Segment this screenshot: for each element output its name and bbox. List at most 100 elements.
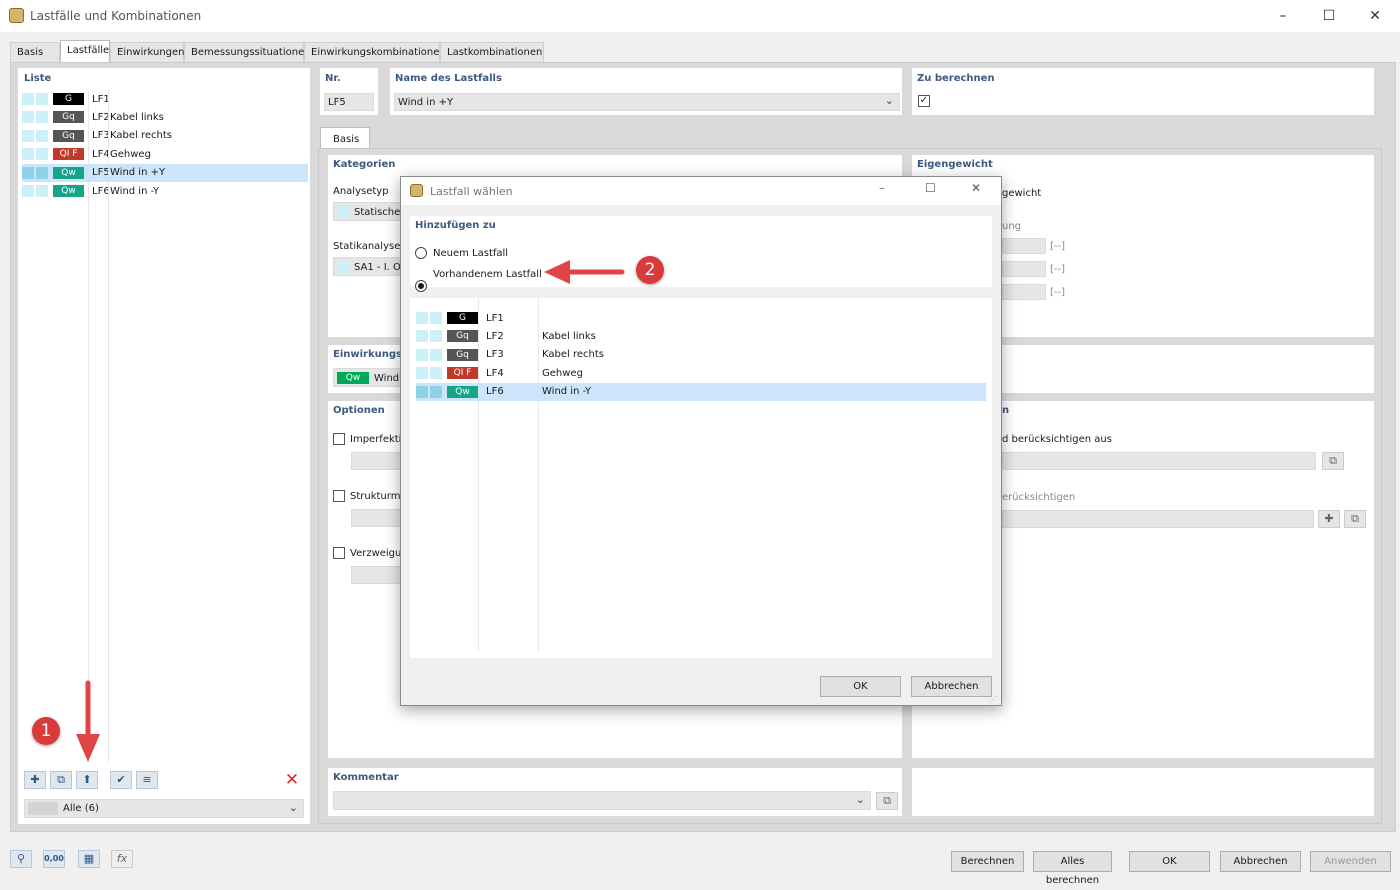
tab-lastfaelle[interactable]: Lastfälle — [60, 40, 110, 63]
berechnen-button[interactable]: Berechnen — [951, 851, 1024, 872]
callout-2: 2 — [636, 256, 664, 284]
dialog-list-item-row[interactable]: Qw LF6 Wind in -Y — [416, 382, 986, 401]
neuem-lastfall-radio[interactable] — [415, 247, 427, 259]
chevron-down-icon: ⌄ — [855, 793, 865, 806]
list-item-row[interactable]: Gq LF3 Kabel rechts — [22, 127, 308, 145]
copy-load-case-button[interactable]: ⧉ — [50, 771, 72, 789]
dialog-title-bar: Lastfall wählen – ☐ ✕ — [401, 177, 1001, 205]
status-tile-icon — [36, 148, 48, 161]
footer: ⚲ 0,00 ▦ fx Berechnen Alles berechnen OK… — [0, 840, 1400, 886]
right-option-button-3[interactable]: ⧉ — [1344, 510, 1366, 528]
ok-button[interactable]: OK — [1129, 851, 1210, 872]
close-icon[interactable]: ✕ — [1360, 5, 1390, 27]
callout-arrow-down-icon — [76, 680, 100, 762]
status-tile-icon — [36, 166, 48, 179]
tab-einwirkungskombinationen[interactable]: Einwirkungskombinationen — [304, 42, 446, 62]
name-panel: Name des Lastfalls Wind in +Y ⌄ — [390, 68, 902, 115]
callout-1: 1 — [32, 717, 60, 745]
status-tile-icon — [22, 166, 34, 179]
dialog-ok-button[interactable]: OK — [820, 676, 901, 697]
chevron-down-icon: ⌄ — [884, 94, 894, 107]
filter-select[interactable]: Alle (6) ⌄ — [24, 799, 304, 818]
nr-field[interactable]: LF5 — [324, 93, 374, 111]
tab-basis[interactable]: Basis — [10, 42, 60, 62]
category-swatch: Qw — [53, 166, 84, 179]
category-swatch: Gq — [447, 330, 478, 343]
strukturmodifikation-checkbox[interactable] — [333, 490, 345, 502]
dialog-list-item-row[interactable]: Gq LF2 Kabel links — [416, 327, 986, 345]
status-tile-icon — [416, 312, 428, 324]
category-swatch: Gq — [447, 348, 478, 361]
eigengewicht-z-field[interactable] — [1002, 284, 1046, 300]
list-item-row[interactable]: QI F LF4 Gehweg — [22, 145, 308, 163]
status-tile-icon — [430, 367, 442, 380]
subtab-basis[interactable]: Basis — [320, 127, 370, 149]
category-swatch: QI F — [447, 367, 478, 380]
status-tile-icon — [416, 348, 428, 361]
eigengewicht-y-field[interactable] — [1002, 261, 1046, 277]
units-button[interactable]: 0,00 — [43, 850, 65, 868]
tab-bemessungssituationen[interactable]: Bemessungssituationen — [184, 42, 311, 62]
status-tile-icon — [36, 93, 48, 105]
imperfektion-checkbox[interactable] — [333, 433, 345, 445]
tab-einwirkungen[interactable]: Einwirkungen — [110, 42, 185, 62]
resize-grip-icon[interactable]: ⋰ — [989, 695, 997, 704]
uncheck-button[interactable]: ≡ — [136, 771, 158, 789]
formula-icon[interactable]: fx — [111, 850, 133, 868]
tab-lastkombinationen[interactable]: Lastkombinationen — [440, 42, 544, 62]
add-to-load-case-button[interactable]: ⬆ — [76, 771, 98, 789]
list-item-row[interactable]: G LF1 — [22, 90, 308, 108]
check-all-button[interactable]: ✔ — [110, 771, 132, 789]
status-tile-icon — [430, 385, 442, 398]
new-load-case-button[interactable]: ✚ — [24, 771, 46, 789]
status-tile-icon — [416, 385, 428, 398]
load-case-code: LF6 — [486, 386, 504, 398]
minimize-icon[interactable]: – — [1268, 5, 1298, 27]
dialog-minimize-icon[interactable]: – — [879, 181, 885, 195]
load-case-code: LF4 — [486, 367, 504, 379]
dialog-cancel-button[interactable]: Abbrechen — [911, 676, 992, 697]
load-case-code: LF2 — [92, 111, 108, 123]
status-tile-icon — [36, 185, 48, 197]
list-item-row[interactable]: Qw LF6 Wind in -Y — [22, 182, 308, 200]
category-swatch: Qw — [447, 385, 478, 398]
vorhandenem-lastfall-radio[interactable] — [415, 280, 427, 292]
name-select[interactable]: Wind in +Y ⌄ — [394, 93, 900, 111]
dialog-close-icon[interactable]: ✕ — [971, 181, 981, 195]
dialog-list-item-row[interactable]: G LF1 — [416, 309, 986, 327]
category-swatch: G — [447, 312, 478, 324]
dialog-list-item-row[interactable]: QI F LF4 Gehweg — [416, 364, 986, 382]
comment-library-button[interactable]: ⧉ — [876, 792, 898, 810]
search-icon[interactable]: ⚲ — [10, 850, 32, 868]
right-option-field-2[interactable] — [1002, 510, 1314, 528]
load-case-name: Gehweg — [110, 148, 151, 160]
dialog-maximize-icon[interactable]: ☐ — [925, 181, 936, 195]
window-title: Lastfälle und Kombinationen — [30, 9, 202, 23]
dialog-list-item-row[interactable]: Gq LF3 Kabel rechts — [416, 346, 986, 364]
verzweigung-checkbox[interactable] — [333, 547, 345, 559]
list-item-row[interactable]: Gq LF2 Kabel links — [22, 108, 308, 126]
right-option-field-1[interactable] — [1002, 452, 1316, 470]
kommentar-panel: Kommentar ⌄ ⧉ — [328, 768, 902, 816]
load-case-code: LF2 — [486, 330, 504, 342]
maximize-icon[interactable]: ☐ — [1314, 5, 1344, 27]
load-case-name: Wind in +Y — [110, 167, 166, 179]
abbrechen-button[interactable]: Abbrechen — [1220, 851, 1301, 872]
load-case-name: Wind in -Y — [542, 386, 592, 398]
list-item-row[interactable]: Qw LF5 Wind in +Y — [22, 163, 308, 182]
delete-icon[interactable]: ✕ — [282, 771, 302, 789]
anwenden-button[interactable]: Anwenden — [1310, 851, 1391, 872]
eigengewicht-x-field[interactable] — [1002, 238, 1046, 254]
status-tile-icon — [430, 348, 442, 361]
display-settings-icon[interactable]: ▦ — [78, 850, 100, 868]
list-header: Liste — [24, 73, 52, 84]
right-option-button-1[interactable]: ⧉ — [1322, 452, 1344, 470]
kommentar-select[interactable]: ⌄ — [333, 791, 871, 810]
load-case-name: Kabel rechts — [110, 130, 172, 142]
load-case-name: Kabel links — [110, 111, 164, 123]
calc-panel: Zu berechnen ✓ — [912, 68, 1374, 115]
alles-berechnen-button[interactable]: Alles berechnen — [1033, 851, 1112, 886]
calc-checkbox[interactable]: ✓ — [918, 95, 930, 107]
right-option-button-2[interactable]: ✚ — [1318, 510, 1340, 528]
load-case-code: LF3 — [92, 130, 108, 142]
